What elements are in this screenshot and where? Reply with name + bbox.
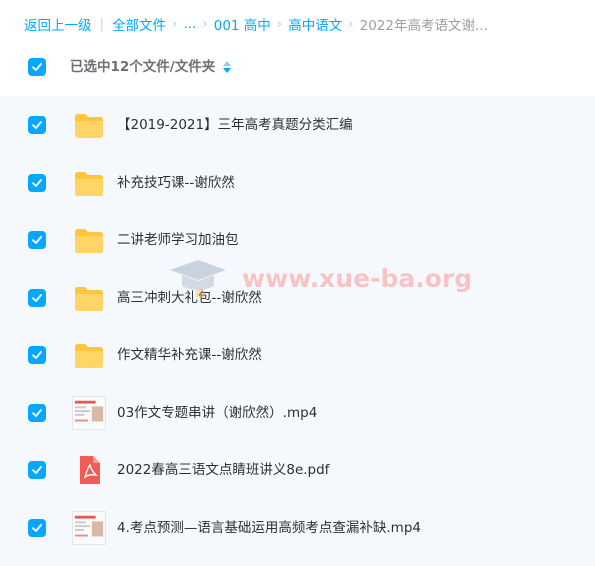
chevron-right-icon: › xyxy=(276,16,283,32)
check-icon xyxy=(32,523,42,532)
file-name[interactable]: 二讲老师学习加油包 xyxy=(117,230,239,250)
check-icon xyxy=(32,293,42,302)
file-name[interactable]: 高三冲刺大礼包--谢欣然 xyxy=(117,288,262,308)
folder-icon xyxy=(72,223,106,257)
chevron-right-icon: › xyxy=(202,16,208,32)
selection-count-label: 已选中12个文件/文件夹 xyxy=(70,59,216,75)
file-row[interactable]: 4.考点预测—语言基础运用高频考点查漏补缺.mp4 xyxy=(0,499,595,556)
breadcrumb-all-files[interactable]: 全部文件 xyxy=(112,14,166,34)
file-checkbox[interactable] xyxy=(28,461,46,479)
check-icon xyxy=(32,466,42,474)
file-row[interactable]: 作文精华补充课--谢欣然 xyxy=(0,326,595,383)
file-row[interactable]: 【2019-2021】三年高考真题分类汇编 xyxy=(0,96,595,153)
file-row[interactable]: 高三冲刺大礼包--谢欣然 xyxy=(0,269,595,326)
breadcrumb-divider: | xyxy=(99,16,105,32)
select-all-checkbox[interactable] xyxy=(28,58,46,76)
file-row[interactable]: 补充技巧课--谢欣然 xyxy=(0,154,595,211)
folder-icon xyxy=(72,281,106,315)
check-icon xyxy=(32,178,42,187)
file-row[interactable]: 二讲老师学习加油包 xyxy=(0,211,595,268)
breadcrumb-current: 2022年高考语文谢... xyxy=(359,18,488,34)
video-thumbnail-icon xyxy=(72,510,106,545)
file-row[interactable]: 03作文专题串讲（谢欣然）.mp4 xyxy=(0,384,595,441)
check-icon xyxy=(32,63,42,71)
folder-icon xyxy=(72,166,106,200)
chevron-right-icon: › xyxy=(172,16,178,32)
folder-icon xyxy=(72,108,106,142)
file-checkbox[interactable] xyxy=(28,346,46,364)
file-name[interactable]: 03作文专题串讲（谢欣然）.mp4 xyxy=(117,403,317,423)
breadcrumb-level2[interactable]: 高中语文 xyxy=(288,14,342,34)
file-row[interactable]: 2022春高三语文点睛班讲义8e.pdf xyxy=(0,441,595,498)
check-icon xyxy=(32,408,42,417)
check-icon xyxy=(32,236,42,244)
breadcrumb-ellipsis[interactable]: ... xyxy=(183,16,196,32)
check-icon xyxy=(32,121,42,129)
sort-icon[interactable] xyxy=(222,60,232,74)
back-link[interactable]: 返回上一级 xyxy=(24,14,92,34)
file-name[interactable]: 【2019-2021】三年高考真题分类汇编 xyxy=(117,115,353,135)
video-thumbnail-icon xyxy=(72,395,106,430)
file-checkbox[interactable] xyxy=(28,518,46,537)
check-icon xyxy=(32,351,42,359)
file-name[interactable]: 4.考点预测—语言基础运用高频考点查漏补缺.mp4 xyxy=(117,518,421,538)
file-name[interactable]: 2022春高三语文点睛班讲义8e.pdf xyxy=(117,460,329,480)
pdf-file-icon xyxy=(72,453,106,487)
file-checkbox[interactable] xyxy=(28,403,46,422)
file-name[interactable]: 补充技巧课--谢欣然 xyxy=(117,173,235,193)
breadcrumb-level1[interactable]: 001 高中 xyxy=(214,14,271,34)
file-checkbox[interactable] xyxy=(28,231,46,249)
chevron-right-icon: › xyxy=(348,16,354,32)
file-name[interactable]: 作文精华补充课--谢欣然 xyxy=(117,345,262,365)
breadcrumb: 返回上一级 | 全部文件 › ... › 001 高中 › 高中语文 › 202… xyxy=(24,13,587,35)
file-checkbox[interactable] xyxy=(28,116,46,134)
file-list: 【2019-2021】三年高考真题分类汇编 补充技巧课--谢欣然 二讲老师学习加油包… xyxy=(0,96,595,566)
file-checkbox[interactable] xyxy=(28,173,46,192)
file-checkbox[interactable] xyxy=(28,288,46,307)
folder-icon xyxy=(72,338,106,372)
